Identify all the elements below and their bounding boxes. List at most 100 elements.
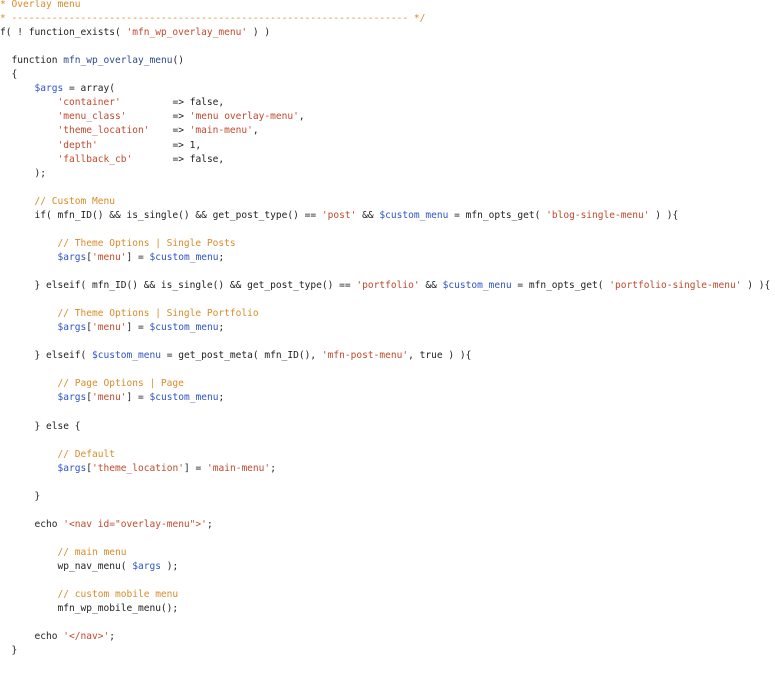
code-token-comment: // Default (0, 448, 115, 460)
code-token-plain: && (356, 209, 380, 221)
code-line: 'theme_location' => 'main-menu', (0, 124, 259, 138)
code-token-plain: ] = (126, 251, 150, 263)
code-token-plain: ) ){ (741, 280, 771, 291)
code-line: } (0, 490, 40, 504)
code-token-plain: => false, (120, 97, 225, 109)
code-token-plain: f( ! function_exists( (0, 27, 127, 39)
code-token-plain: => 1, (97, 139, 202, 151)
code-token-string: 'menu_class' (57, 111, 127, 123)
code-token-var: $args (132, 561, 161, 572)
code-token-comment: // Page Options | Page (0, 378, 184, 390)
code-token-var: $args (34, 83, 64, 95)
code-line: echo '</nav>'; (0, 630, 114, 644)
code-token-plain: , true ) ){ (408, 350, 472, 362)
code-token-string: 'menu' (91, 322, 127, 334)
code-token-comment: // main menu (0, 546, 127, 558)
code-token-plain: } (0, 645, 18, 657)
code-token-string: 'mfn-post-menu' (321, 350, 409, 362)
code-token-string: 'main-menu' (189, 125, 253, 137)
code-token-var: $custom_menu (379, 209, 449, 221)
code-token-string: 'fallback_cb' (57, 153, 133, 165)
code-token-var: $custom_menu (149, 251, 219, 263)
code-token-string: 'portfolio-single-menu' (609, 280, 742, 291)
code-line: } else { (0, 420, 80, 434)
code-token-plain: } (0, 490, 41, 502)
code-line: ); (0, 167, 46, 181)
code-line: * Overlay menu (0, 0, 80, 12)
code-token-var: $args (57, 322, 87, 334)
code-token-plain: wp_nav_menu( (0, 561, 133, 572)
code-line: // Theme Options | Single Portfolio (0, 307, 259, 321)
code-token-plain: () (172, 55, 184, 67)
code-line: 'depth' => 1, (0, 139, 201, 153)
code-token-plain: = array( (63, 83, 115, 95)
code-token-string: 'theme_location' (91, 462, 184, 474)
code-token-string: 'depth' (57, 139, 98, 151)
code-line: $args['menu'] = $custom_menu; (0, 321, 224, 335)
code-token-var: $args (57, 392, 87, 404)
code-token-string: 'mfn_wp_overlay_menu' (126, 27, 248, 39)
code-line: } elseif( mfn_ID() && is_single() && get… (0, 279, 770, 293)
code-token-string: '</nav>' (63, 631, 110, 643)
code-token-plain: function (0, 55, 64, 67)
code-line: } elseif( $custom_menu = get_post_meta( … (0, 349, 471, 363)
code-token-plain: } elseif( mfn_ID() && is_single() && get… (0, 280, 357, 291)
code-token-plain: mfn_wp_mobile_menu(); (0, 603, 179, 615)
code-token-plain: ) ) (247, 27, 271, 39)
code-line: // Default (0, 448, 115, 462)
code-line: // main menu (0, 546, 126, 560)
code-token-var: $custom_menu (91, 350, 161, 362)
code-token-plain: ); (0, 167, 46, 179)
code-line: { (0, 68, 17, 82)
code-line: f( ! function_exists( 'mfn_wp_overlay_me… (0, 26, 270, 40)
code-line: // Custom Menu (0, 195, 115, 209)
code-line: // custom mobile menu (0, 588, 178, 602)
code-token-string: 'menu' (91, 392, 127, 404)
code-token-plain: && (419, 280, 443, 291)
code-token-comment: * Overlay menu (0, 0, 81, 10)
code-token-comment: // custom mobile menu (0, 589, 179, 601)
code-token-plain: ; (218, 322, 225, 334)
code-line: 'menu_class' => 'menu overlay-menu', (0, 110, 304, 124)
code-line: echo '<nav id="overlay-menu">'; (0, 518, 212, 532)
code-line: * --------------------------------------… (0, 12, 425, 26)
code-token-plain: , (252, 125, 259, 137)
code-token-comment: // Theme Options | Single Portfolio (0, 308, 259, 320)
code-token-comment: // Custom Menu (0, 195, 115, 207)
code-token-func: mfn_wp_overlay_menu (63, 55, 173, 67)
code-token-plain: if( mfn_ID() && is_single() && get_post_… (0, 209, 322, 221)
code-token-string: 'theme_location' (57, 125, 150, 137)
code-token-plain: ; (218, 392, 225, 404)
code-token-plain: = mfn_opts_get( (448, 209, 547, 221)
code-token-plain: => false, (132, 153, 225, 165)
code-line: $args['theme_location'] = 'main-menu'; (0, 462, 275, 476)
code-token-comment: // Theme Options | Single Posts (0, 237, 236, 249)
code-token-var: $custom_menu (149, 322, 219, 334)
code-token-var: $custom_menu (442, 280, 512, 291)
code-token-string: 'menu' (91, 251, 127, 263)
code-line: mfn_wp_mobile_menu(); (0, 602, 178, 616)
code-token-plain: echo (0, 631, 64, 643)
code-line: 'fallback_cb' => false, (0, 153, 224, 167)
code-token-var: $custom_menu (149, 392, 219, 404)
code-token-string: 'main-menu' (206, 462, 271, 474)
code-line: $args['menu'] = $custom_menu; (0, 391, 224, 405)
code-token-plain: } elseif( (0, 350, 92, 362)
code-line: $args['menu'] = $custom_menu; (0, 251, 224, 265)
code-line: $args = array( (0, 82, 115, 96)
code-editor[interactable]: * Overlay menu * ------------------------… (0, 0, 775, 685)
code-line: if( mfn_ID() && is_single() && get_post_… (0, 209, 678, 223)
code-token-var: $args (57, 462, 87, 474)
code-token-plain: ) ){ (649, 209, 679, 221)
code-token-plain: => (126, 111, 190, 123)
code-token-string: 'container' (57, 97, 121, 109)
